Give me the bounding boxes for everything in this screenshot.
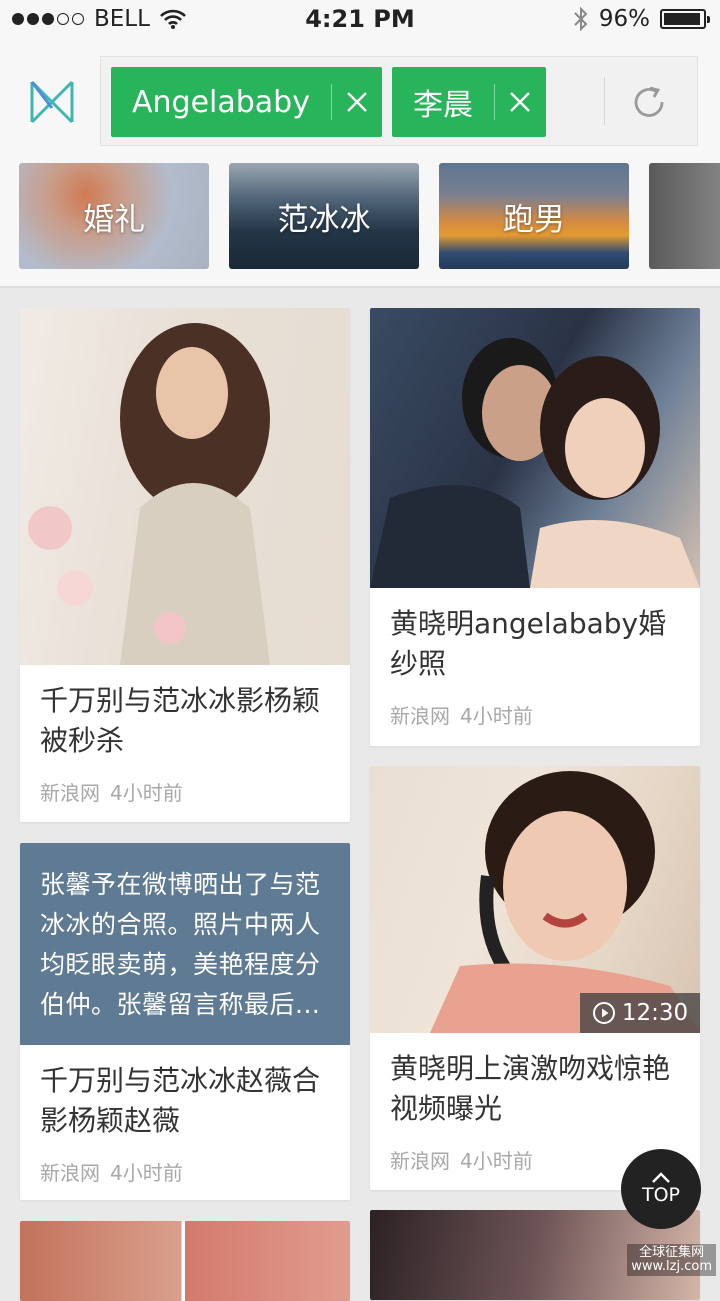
category-label: 跑男 <box>503 201 565 238</box>
card-meta: 新浪网 4小时前 <box>370 684 700 729</box>
news-card[interactable]: 千万别与范冰冰影杨颖被秒杀 新浪网 4小时前 <box>20 308 350 822</box>
close-icon[interactable] <box>495 67 546 137</box>
category-tile[interactable]: 跑男 <box>439 163 629 269</box>
refresh-icon[interactable] <box>631 85 667 121</box>
status-bar: BELL 4:21 PM 96% <box>0 0 720 42</box>
tag-chip-label: Angelababy <box>132 84 310 120</box>
scroll-to-top-button[interactable]: TOP <box>621 1149 701 1229</box>
category-carousel: 婚礼 范冰冰 跑男 霍 <box>19 163 720 269</box>
category-label: 婚礼 <box>83 201 145 238</box>
tag-chip-label: 李晨 <box>413 88 473 123</box>
card-time: 4小时前 <box>110 1161 183 1185</box>
play-icon <box>592 1002 615 1024</box>
news-card[interactable]: 张馨予在微博晒出了与范冰冰的合照。照片中两人均眨眼卖萌，美艳程度分伯仲。张馨留言… <box>20 843 350 1200</box>
card-time: 4小时前 <box>110 781 183 805</box>
battery-percent: 96% <box>598 6 650 32</box>
card-time: 4小时前 <box>460 704 533 728</box>
card-title: 千万别与范冰冰影杨颖被秒杀 <box>40 684 321 757</box>
card-source: 新浪网 <box>390 1149 450 1173</box>
card-source: 新浪网 <box>40 781 100 805</box>
category-tile[interactable]: 婚礼 <box>19 163 209 269</box>
watermark: 全球征集网 www.lzj.com <box>627 1244 716 1276</box>
card-meta: 新浪网 4小时前 <box>20 1141 350 1186</box>
card-photo <box>370 308 700 588</box>
tag-chip[interactable]: Angelababy <box>111 67 382 137</box>
category-tile[interactable]: 霍 <box>649 163 720 269</box>
video-duration-badge: 12:30 <box>580 993 700 1033</box>
video-duration: 12:30 <box>621 1000 689 1026</box>
card-photo <box>20 1221 350 1301</box>
card-photo: 12:30 <box>370 766 700 1033</box>
card-meta: 新浪网 4小时前 <box>20 761 350 806</box>
tag-filter-bar: Angelababy 李晨 <box>100 56 698 146</box>
card-title: 黄晓明angelababy婚纱照 <box>390 607 667 680</box>
bluetooth-icon <box>574 7 588 31</box>
news-card[interactable] <box>20 1221 350 1301</box>
chevron-up-icon <box>652 1172 670 1183</box>
card-summary: 张馨予在微博晒出了与范冰冰的合照。照片中两人均眨眼卖萌，美艳程度分伯仲。张馨留言… <box>20 843 350 1045</box>
card-title: 千万别与范冰冰赵薇合影杨颖赵薇 <box>40 1064 321 1137</box>
brand-m-logo-icon[interactable] <box>28 78 76 126</box>
top-label: TOP <box>641 1184 681 1206</box>
tag-chip[interactable]: 李晨 <box>392 67 546 137</box>
category-tile[interactable]: 范冰冰 <box>229 163 419 269</box>
news-card[interactable]: 黄晓明angelababy婚纱照 新浪网 4小时前 <box>370 308 700 746</box>
card-time: 4小时前 <box>460 1149 533 1173</box>
card-source: 新浪网 <box>390 704 450 728</box>
close-icon[interactable] <box>332 67 382 137</box>
card-photo <box>20 308 350 665</box>
category-label: 范冰冰 <box>277 201 371 238</box>
card-title: 黄晓明上演激吻戏惊艳视频曝光 <box>390 1052 671 1125</box>
battery-icon <box>660 9 710 29</box>
video-card[interactable]: 12:30 黄晓明上演激吻戏惊艳视频曝光 新浪网 4小时前 <box>370 766 700 1190</box>
header: Angelababy 李晨 婚礼 范冰冰 跑男 霍 <box>0 42 720 286</box>
card-source: 新浪网 <box>40 1161 100 1185</box>
